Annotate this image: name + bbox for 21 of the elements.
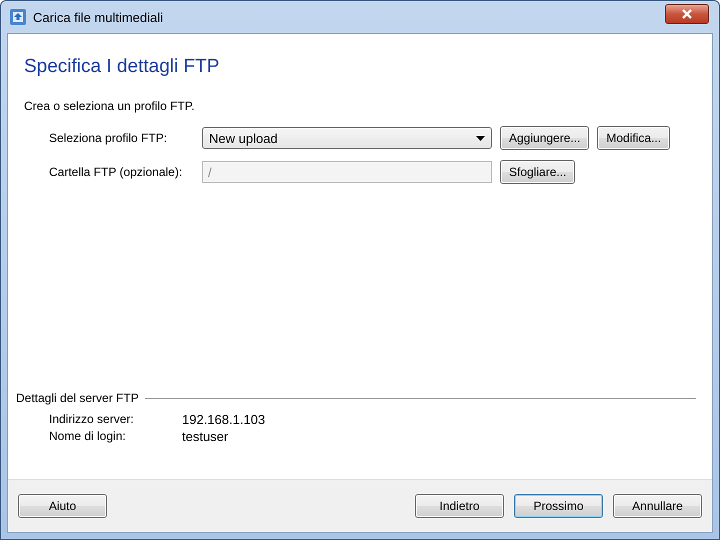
field-label: Cartella FTP (opzionale): <box>49 165 184 179</box>
footer-button[interactable]: Aiuto <box>18 494 107 518</box>
field-label: Seleziona profilo FTP: <box>49 131 168 145</box>
group-title: Dettagli del server FTP <box>16 391 139 405</box>
footer-button[interactable]: Indietro <box>415 494 504 518</box>
page-heading: Specifica I dettagli FTP <box>24 56 220 78</box>
profile-dropdown[interactable]: New upload <box>202 127 492 149</box>
upload-icon <box>9 8 27 26</box>
detail-label: Indirizzo server: <box>49 411 135 428</box>
footer-button[interactable]: Annullare <box>613 494 702 518</box>
field-button[interactable]: Modifica... <box>597 126 670 150</box>
detail-value: testuser <box>182 428 228 445</box>
detail-value: 192.168.1.103 <box>182 411 266 428</box>
caret-icon <box>476 136 485 140</box>
close-icon <box>681 9 693 19</box>
window-title: Carica file multimediali <box>33 10 164 24</box>
close-button[interactable] <box>665 4 709 24</box>
default-button[interactable]: Prossimo <box>514 494 603 518</box>
field-button[interactable]: Aggiungere... <box>500 126 590 150</box>
instruction-text: Crea o seleziona un profilo FTP. <box>24 99 196 113</box>
detail-label: Nome di login: <box>49 428 127 445</box>
